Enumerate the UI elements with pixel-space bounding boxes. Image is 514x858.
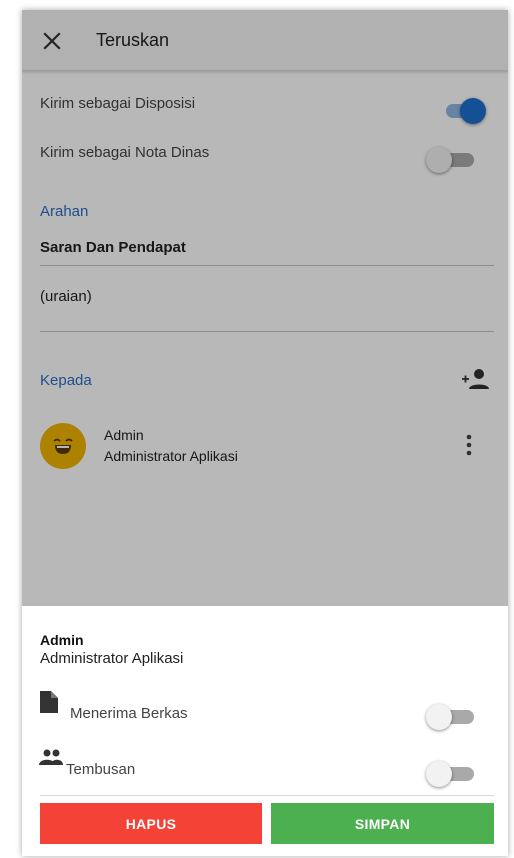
forward-screen: Teruskan Kirim sebagai Disposisi Kirim s…	[22, 10, 508, 606]
sheet-recipient-role: Administrator Aplikasi	[40, 650, 184, 667]
toggle-knob	[426, 761, 452, 787]
sheet-recipient-name: Admin	[40, 632, 84, 648]
delete-button[interactable]: HAPUS	[40, 803, 262, 844]
menerima-berkas-label: Menerima Berkas	[70, 705, 188, 722]
tembusan-label: Tembusan	[66, 761, 136, 778]
save-button[interactable]: SIMPAN	[271, 803, 494, 844]
tembusan-toggle[interactable]	[426, 760, 474, 787]
scrim-overlay[interactable]	[22, 10, 508, 606]
file-icon	[40, 691, 58, 713]
recipient-bottom-sheet: Admin Administrator Aplikasi Menerima Be…	[22, 606, 508, 856]
menerima-berkas-toggle[interactable]	[426, 703, 474, 730]
phone-frame: Teruskan Kirim sebagai Disposisi Kirim s…	[22, 10, 508, 856]
toggle-knob	[426, 704, 452, 730]
sheet-divider	[40, 795, 494, 796]
group-icon	[39, 749, 63, 765]
